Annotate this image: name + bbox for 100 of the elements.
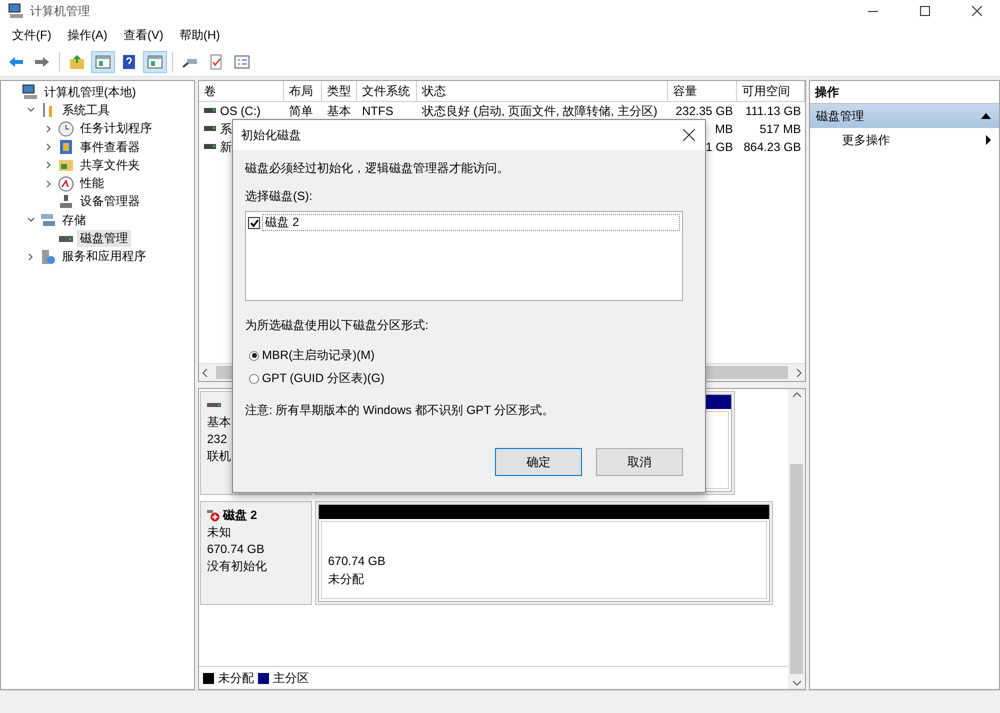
properties-icon xyxy=(234,54,250,70)
dialog-button[interactable]: 取消 xyxy=(596,448,683,476)
check-icon xyxy=(250,218,258,226)
expand-icon[interactable] xyxy=(27,252,35,261)
legend-label: 主分区 xyxy=(273,670,309,686)
pane-icon xyxy=(95,54,111,70)
disk-info: 670.74 GB xyxy=(207,541,264,558)
minimize-icon xyxy=(868,10,878,12)
disk-name: 磁盘 2 xyxy=(223,507,258,524)
drive-icon xyxy=(204,108,216,114)
check-icon xyxy=(208,54,224,70)
expand-icon[interactable] xyxy=(45,180,53,188)
collapse-icon[interactable] xyxy=(27,106,35,114)
legend-label: 未分配 xyxy=(218,670,254,686)
tree-item[interactable]: 性能 xyxy=(77,175,107,192)
tree-item[interactable]: 系统工具 xyxy=(59,102,113,119)
radio-label: GPT (GUID 分区表)(G) xyxy=(262,370,384,387)
scroll-right-icon[interactable] xyxy=(796,368,802,376)
group-label: 为所选磁盘使用以下磁盘分区形式: xyxy=(245,317,430,334)
note-text: 注意: 所有早期版本的 Windows 都不识别 GPT 分区形式。 xyxy=(245,402,556,419)
scroll-down-icon[interactable] xyxy=(792,680,800,686)
expand-icon[interactable] xyxy=(45,124,53,133)
partition-block[interactable]: 670.74 GB 未分配 xyxy=(318,504,770,602)
column-header[interactable]: 布局 xyxy=(284,81,322,102)
close-icon xyxy=(972,6,982,16)
scrollbar-thumb[interactable] xyxy=(790,464,803,674)
dialog-button[interactable]: 确定 xyxy=(495,448,582,476)
action-item[interactable]: 更多操作 xyxy=(810,128,999,152)
column-header[interactable]: 类型 xyxy=(322,81,357,102)
tree-item[interactable]: 任务计划程序 xyxy=(77,120,155,138)
checkbox[interactable] xyxy=(248,216,260,228)
action-label: 更多操作 xyxy=(842,132,890,148)
submenu-arrow-icon xyxy=(986,135,991,145)
table-cell: 系 xyxy=(220,120,232,138)
disk-info: 没有初始化 xyxy=(207,558,267,575)
clock-icon xyxy=(58,120,74,137)
radio-button[interactable] xyxy=(249,374,259,384)
table-cell: 111.13 GB xyxy=(745,104,801,118)
drive-icon xyxy=(204,144,216,150)
help-icon xyxy=(121,54,137,70)
menu-item[interactable]: 帮助(H) xyxy=(171,26,228,44)
menu-item[interactable]: 文件(F) xyxy=(4,26,60,44)
back-icon xyxy=(8,54,24,70)
tree-item[interactable]: 磁盘管理 xyxy=(77,230,131,248)
menu-item[interactable]: 查看(V) xyxy=(115,26,172,44)
list-item[interactable]: 磁盘 2 xyxy=(262,214,680,231)
table-cell: MB xyxy=(715,122,733,136)
list-label: 选择磁盘(S): xyxy=(245,188,314,205)
device-icon xyxy=(58,194,74,210)
tree-item[interactable]: 共享文件夹 xyxy=(77,156,143,174)
storage-icon xyxy=(40,212,56,228)
radio-label: MBR(主启动记录)(M) xyxy=(262,347,375,364)
toolbar-button[interactable] xyxy=(91,51,115,73)
column-header[interactable]: 可用空间 xyxy=(737,81,805,102)
table-cell: 864.23 GB xyxy=(744,140,801,154)
pane-icon xyxy=(147,54,163,70)
disk-info: 232 xyxy=(207,431,228,448)
window-title: 计算机管理 xyxy=(30,2,91,20)
toolbar-button[interactable] xyxy=(143,51,167,73)
radio-button[interactable] xyxy=(249,350,259,360)
table-cell: NTFS xyxy=(362,104,394,118)
tree-item[interactable]: 计算机管理(本地) xyxy=(41,84,139,101)
table-cell: 1 GB xyxy=(706,140,733,154)
tree-item[interactable]: 存储 xyxy=(59,212,89,229)
table-cell: 简单 xyxy=(289,102,313,120)
disk-info: 未知 xyxy=(207,524,231,541)
column-header[interactable]: 状态 xyxy=(417,81,668,102)
column-header[interactable]: 文件系统 xyxy=(357,81,417,102)
menu-item[interactable]: 操作(A) xyxy=(59,26,116,44)
expand-icon[interactable] xyxy=(45,161,53,170)
column-header[interactable]: 容量 xyxy=(668,81,737,102)
table-cell: OS (C:) xyxy=(220,104,261,118)
table-cell: 状态良好 (启动, 页面文件, 故障转储, 主分区) xyxy=(422,102,658,120)
maximize-icon xyxy=(920,6,930,16)
table-cell: 232.35 GB xyxy=(676,104,733,118)
partition-status: 未分配 xyxy=(328,571,365,588)
computer-icon xyxy=(8,3,24,19)
expand-icon[interactable] xyxy=(45,143,53,152)
disk-info: 联机 xyxy=(207,448,231,465)
folder-icon xyxy=(58,157,74,174)
table-cell: 新 xyxy=(220,138,232,156)
partition-size: 670.74 GB xyxy=(328,553,386,570)
table-cell: 基本 xyxy=(327,102,351,120)
tree-item[interactable]: 事件查看器 xyxy=(77,138,143,156)
gauge-icon xyxy=(58,176,74,192)
forward-icon xyxy=(34,54,50,70)
table-cell: 517 MB xyxy=(760,122,801,136)
column-header[interactable]: 卷 xyxy=(199,81,284,102)
drive-icon xyxy=(204,126,216,132)
actions-section[interactable]: 磁盘管理 xyxy=(810,104,999,128)
close-icon[interactable] xyxy=(683,129,695,141)
collapse-icon[interactable] xyxy=(27,216,35,224)
tree-item[interactable]: 设备管理器 xyxy=(77,193,143,210)
scroll-up-icon[interactable] xyxy=(792,392,800,398)
up-icon xyxy=(69,54,85,70)
tree-item[interactable]: 服务和应用程序 xyxy=(59,248,149,266)
services-icon xyxy=(40,248,56,265)
log-icon xyxy=(58,139,74,156)
dialog-title: 初始化磁盘 xyxy=(241,126,301,144)
scroll-left-icon[interactable] xyxy=(202,368,208,376)
